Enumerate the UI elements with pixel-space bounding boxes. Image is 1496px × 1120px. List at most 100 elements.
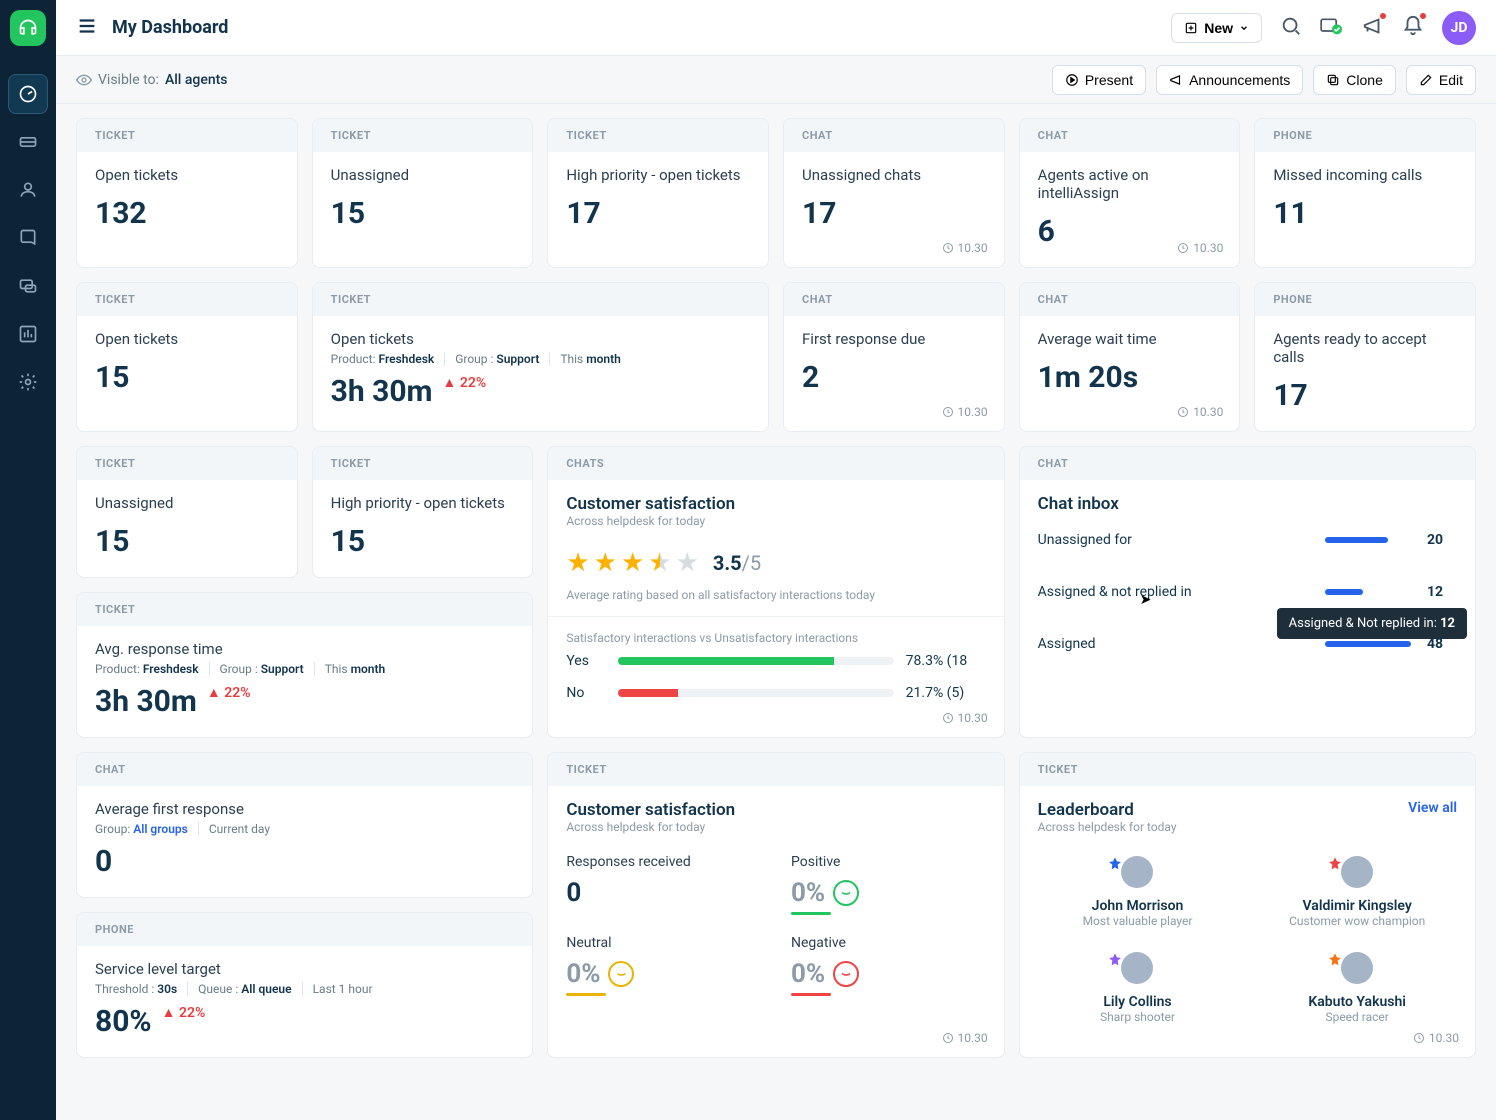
card-category: TICKET xyxy=(77,283,297,316)
card-value: 15 xyxy=(331,196,365,231)
metric-card[interactable]: PHONE Agents ready to accept calls 17 xyxy=(1254,282,1476,432)
csat-card[interactable]: CHATS Customer satisfaction Across helpd… xyxy=(547,446,1004,738)
leader-avatar xyxy=(1121,856,1153,888)
avg-response-card[interactable]: TICKET Avg. response time Product: Fresh… xyxy=(76,592,533,738)
card-category: TICKET xyxy=(313,447,533,480)
card-value: 6 xyxy=(1038,214,1055,249)
card-value: 11 xyxy=(1273,196,1307,231)
card-value: 17 xyxy=(1273,378,1307,413)
timestamp: 10.30 xyxy=(942,711,988,725)
card-category: TICKET xyxy=(313,283,768,316)
card-category: TICKET xyxy=(77,119,297,152)
rail-contacts[interactable] xyxy=(8,170,48,210)
visible-value: All agents xyxy=(165,72,228,88)
card-category: TICKET xyxy=(77,447,297,480)
rail-settings[interactable] xyxy=(8,362,48,402)
leader-avatar xyxy=(1341,856,1373,888)
present-button[interactable]: Present xyxy=(1052,65,1146,95)
user-avatar[interactable]: JD xyxy=(1442,11,1476,45)
timestamp: 10.30 xyxy=(942,241,988,255)
metric-card[interactable]: TICKET Open tickets Product: FreshdeskGr… xyxy=(312,282,769,432)
card-value: 1m 20s xyxy=(1038,360,1139,395)
metric-card[interactable]: PHONE Missed incoming calls 11 xyxy=(1254,118,1476,268)
rail-chat[interactable] xyxy=(8,266,48,306)
metric-card[interactable]: TICKET Unassigned 15 xyxy=(76,446,298,578)
csat-ticket-card[interactable]: TICKET Customer satisfaction Across help… xyxy=(547,752,1004,1058)
metric-card[interactable]: TICKET Open tickets 15 xyxy=(76,282,298,432)
card-title: Open tickets xyxy=(331,330,750,348)
leader-item: Valdimir KingsleyCustomer wow champion xyxy=(1257,856,1457,928)
timestamp: 10.30 xyxy=(942,405,988,419)
leader-avatar xyxy=(1341,952,1373,984)
inbox-row: Assigned & not replied in12 ➤Assigned & … xyxy=(1038,584,1457,600)
clone-button[interactable]: Clone xyxy=(1313,65,1396,95)
timestamp: 10.30 xyxy=(1177,241,1223,255)
trend: ▲ 22% xyxy=(207,684,251,701)
card-category: CHAT xyxy=(1020,119,1240,152)
eye-icon xyxy=(76,72,92,88)
bell-icon[interactable] xyxy=(1402,15,1424,41)
leaderboard-card[interactable]: TICKET LeaderboardView all Across helpde… xyxy=(1019,752,1476,1058)
search-icon[interactable] xyxy=(1280,15,1302,41)
card-title: High priority - open tickets xyxy=(331,494,515,512)
slt-card[interactable]: PHONE Service level target Threshold : 3… xyxy=(76,912,533,1058)
metric-card[interactable]: TICKET Unassigned 15 xyxy=(312,118,534,268)
rail-solutions[interactable] xyxy=(8,218,48,258)
rail-analytics[interactable] xyxy=(8,314,48,354)
card-value: 132 xyxy=(95,196,147,231)
timestamp: 10.30 xyxy=(1413,1031,1459,1045)
metric-card[interactable]: TICKET High priority - open tickets 15 xyxy=(312,446,534,578)
cursor-icon: ➤ xyxy=(1140,592,1152,608)
hamburger-icon[interactable] xyxy=(76,15,98,41)
card-value: 15 xyxy=(95,524,129,559)
metric-card[interactable]: CHAT First response due 2 10.30 xyxy=(783,282,1005,432)
trial-icon[interactable] xyxy=(1320,16,1344,40)
card-title: High priority - open tickets xyxy=(566,166,750,184)
star-rating: ★★★ ★ ★ 3.5/5 xyxy=(566,548,985,578)
card-title: Average wait time xyxy=(1038,330,1222,348)
card-title: Unassigned chats xyxy=(802,166,986,184)
rail-dashboard[interactable] xyxy=(8,74,48,114)
card-value: 17 xyxy=(566,196,600,231)
tooltip: Assigned & Not replied in: 12 xyxy=(1277,608,1467,639)
metric-card[interactable]: TICKET High priority - open tickets 17 xyxy=(547,118,769,268)
card-category: CHAT xyxy=(784,119,1004,152)
card-title: Agents active on intelliAssign xyxy=(1038,166,1222,202)
rail-tickets[interactable] xyxy=(8,122,48,162)
chat-inbox-card[interactable]: CHAT Chat inbox Unassigned for20 Assigne… xyxy=(1019,446,1476,738)
inbox-row: Assigned48 xyxy=(1038,636,1457,652)
subbar: Visible to: All agents Present Announcem… xyxy=(56,56,1496,104)
view-all-link[interactable]: View all xyxy=(1408,800,1457,816)
metric-card[interactable]: CHAT Agents active on intelliAssign 6 10… xyxy=(1019,118,1241,268)
card-title: First response due xyxy=(802,330,986,348)
metric-card[interactable]: CHAT Average wait time 1m 20s 10.30 xyxy=(1019,282,1241,432)
topbar: My Dashboard New JD xyxy=(56,0,1496,56)
card-title: Unassigned xyxy=(95,494,279,512)
card-category: CHAT xyxy=(1020,283,1240,316)
card-category: CHAT xyxy=(784,283,1004,316)
metric-card[interactable]: CHAT Unassigned chats 17 10.30 xyxy=(783,118,1005,268)
edit-button[interactable]: Edit xyxy=(1406,65,1476,95)
card-value: 2 xyxy=(802,360,819,395)
filters: Product: FreshdeskGroup : SupportThis mo… xyxy=(95,662,514,676)
megaphone-icon[interactable] xyxy=(1362,15,1384,41)
avg-first-response-card[interactable]: CHAT Average first response Group: All g… xyxy=(76,752,533,898)
card-title: Open tickets xyxy=(95,330,279,348)
leader-avatar xyxy=(1121,952,1153,984)
inbox-row: Unassigned for20 xyxy=(1038,532,1457,548)
trend: ▲ 22% xyxy=(443,374,487,391)
metric-card[interactable]: TICKET Open tickets 132 xyxy=(76,118,298,268)
card-value: 15 xyxy=(331,524,365,559)
card-value: 17 xyxy=(802,196,836,231)
timestamp: 10.30 xyxy=(942,1031,988,1045)
filters: Product: FreshdeskGroup : SupportThis mo… xyxy=(331,352,750,366)
card-title: Missed incoming calls xyxy=(1273,166,1457,184)
card-value: 3h 30m xyxy=(331,374,433,409)
new-button[interactable]: New xyxy=(1171,13,1262,43)
announcements-button[interactable]: Announcements xyxy=(1156,65,1303,95)
card-title: Unassigned xyxy=(331,166,515,184)
leader-item: John MorrisonMost valuable player xyxy=(1038,856,1238,928)
brand-logo[interactable] xyxy=(10,10,46,46)
page-title: My Dashboard xyxy=(112,17,228,38)
trend: ▲ 22% xyxy=(162,1004,206,1021)
